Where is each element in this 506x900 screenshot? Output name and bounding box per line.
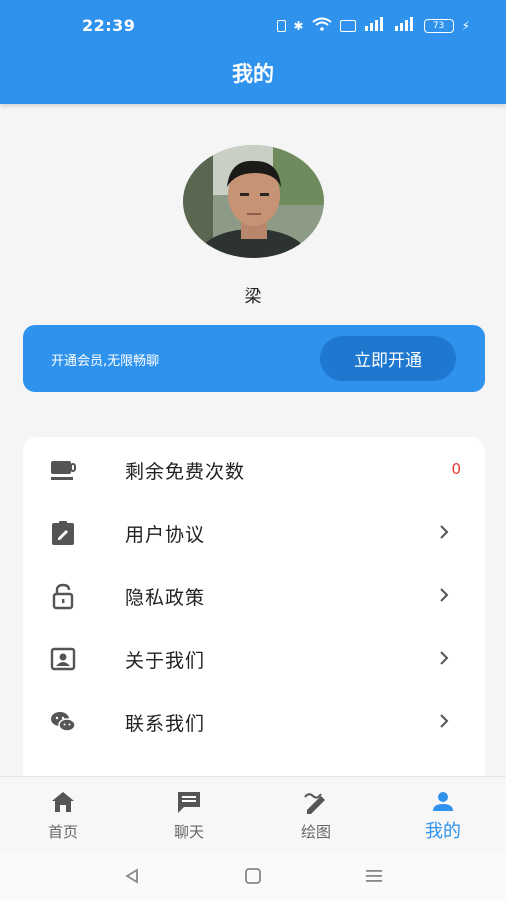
bottom-navigation: 首页 聊天 绘图 我的 — [0, 776, 506, 852]
tab-chat[interactable]: 聊天 — [126, 777, 252, 853]
tab-mine[interactable]: 我的 — [380, 777, 506, 853]
hd-icon — [339, 19, 356, 32]
chevron-right-icon — [435, 712, 453, 730]
menu-item-label: 隐私政策 — [125, 587, 206, 609]
status-bar: 22:39 ✱ 73 ⚡ — [0, 0, 506, 48]
battery-level: 73 — [432, 20, 445, 31]
chevron-right-icon — [435, 649, 453, 667]
id-card-icon — [49, 645, 77, 673]
vip-text: 开通会员,无限畅聊 — [51, 354, 160, 369]
menu-item-label: 用户协议 — [125, 524, 206, 546]
chat-icon — [175, 789, 203, 815]
chevron-right-icon — [435, 523, 453, 541]
tab-label: 绘图 — [300, 823, 331, 841]
status-time: 22:39 — [82, 16, 136, 35]
tab-label: 聊天 — [173, 823, 204, 841]
system-navigation-bar — [0, 852, 506, 900]
wifi-icon — [311, 17, 332, 34]
vip-banner[interactable]: 开通会员,无限畅聊 立即开通 — [23, 325, 485, 392]
menu-item-about-us[interactable]: 关于我们 — [23, 627, 485, 690]
vibrate-icon — [276, 19, 286, 32]
menu-item-label: 剩余免费次数 — [125, 461, 246, 483]
tab-draw[interactable]: 绘图 — [253, 777, 379, 853]
charging-icon: ⚡ — [461, 18, 470, 33]
user-name: 梁 — [244, 287, 262, 307]
wechat-icon — [49, 708, 77, 736]
menu-item-label: 关于我们 — [125, 650, 206, 672]
menu-item-user-agreement[interactable]: 用户协议 — [23, 501, 485, 564]
app-header: 22:39 ✱ 73 ⚡ 我的 — [0, 0, 506, 104]
lock-icon — [49, 582, 77, 610]
free-count-value: 0 — [451, 460, 461, 478]
chevron-right-icon — [435, 586, 453, 604]
signal-icon-2 — [394, 17, 416, 34]
cup-icon — [49, 456, 77, 484]
bluetooth-icon: ✱ — [293, 18, 304, 33]
open-vip-button[interactable]: 立即开通 — [320, 336, 456, 381]
page-title: 我的 — [232, 62, 274, 86]
status-icons: ✱ 73 ⚡ — [276, 17, 470, 34]
home-button-icon[interactable] — [242, 866, 264, 886]
tab-label: 我的 — [425, 821, 461, 842]
battery-icon: 73 — [423, 18, 454, 33]
signal-icon — [364, 17, 386, 34]
edit-clipboard-icon — [49, 519, 77, 547]
tab-home[interactable]: 首页 — [0, 777, 126, 853]
menu-icon[interactable] — [363, 866, 385, 886]
menu-item-free-count[interactable]: 剩余免费次数 0 — [23, 438, 485, 501]
home-icon — [49, 789, 77, 815]
draw-icon — [302, 789, 330, 815]
person-icon — [429, 789, 457, 815]
menu-item-contact-us[interactable]: 联系我们 — [23, 690, 485, 753]
tab-label: 首页 — [47, 823, 78, 841]
back-icon[interactable] — [121, 866, 143, 886]
menu-item-privacy-policy[interactable]: 隐私政策 — [23, 564, 485, 627]
menu-item-label: 联系我们 — [125, 713, 206, 735]
avatar[interactable] — [183, 145, 324, 258]
